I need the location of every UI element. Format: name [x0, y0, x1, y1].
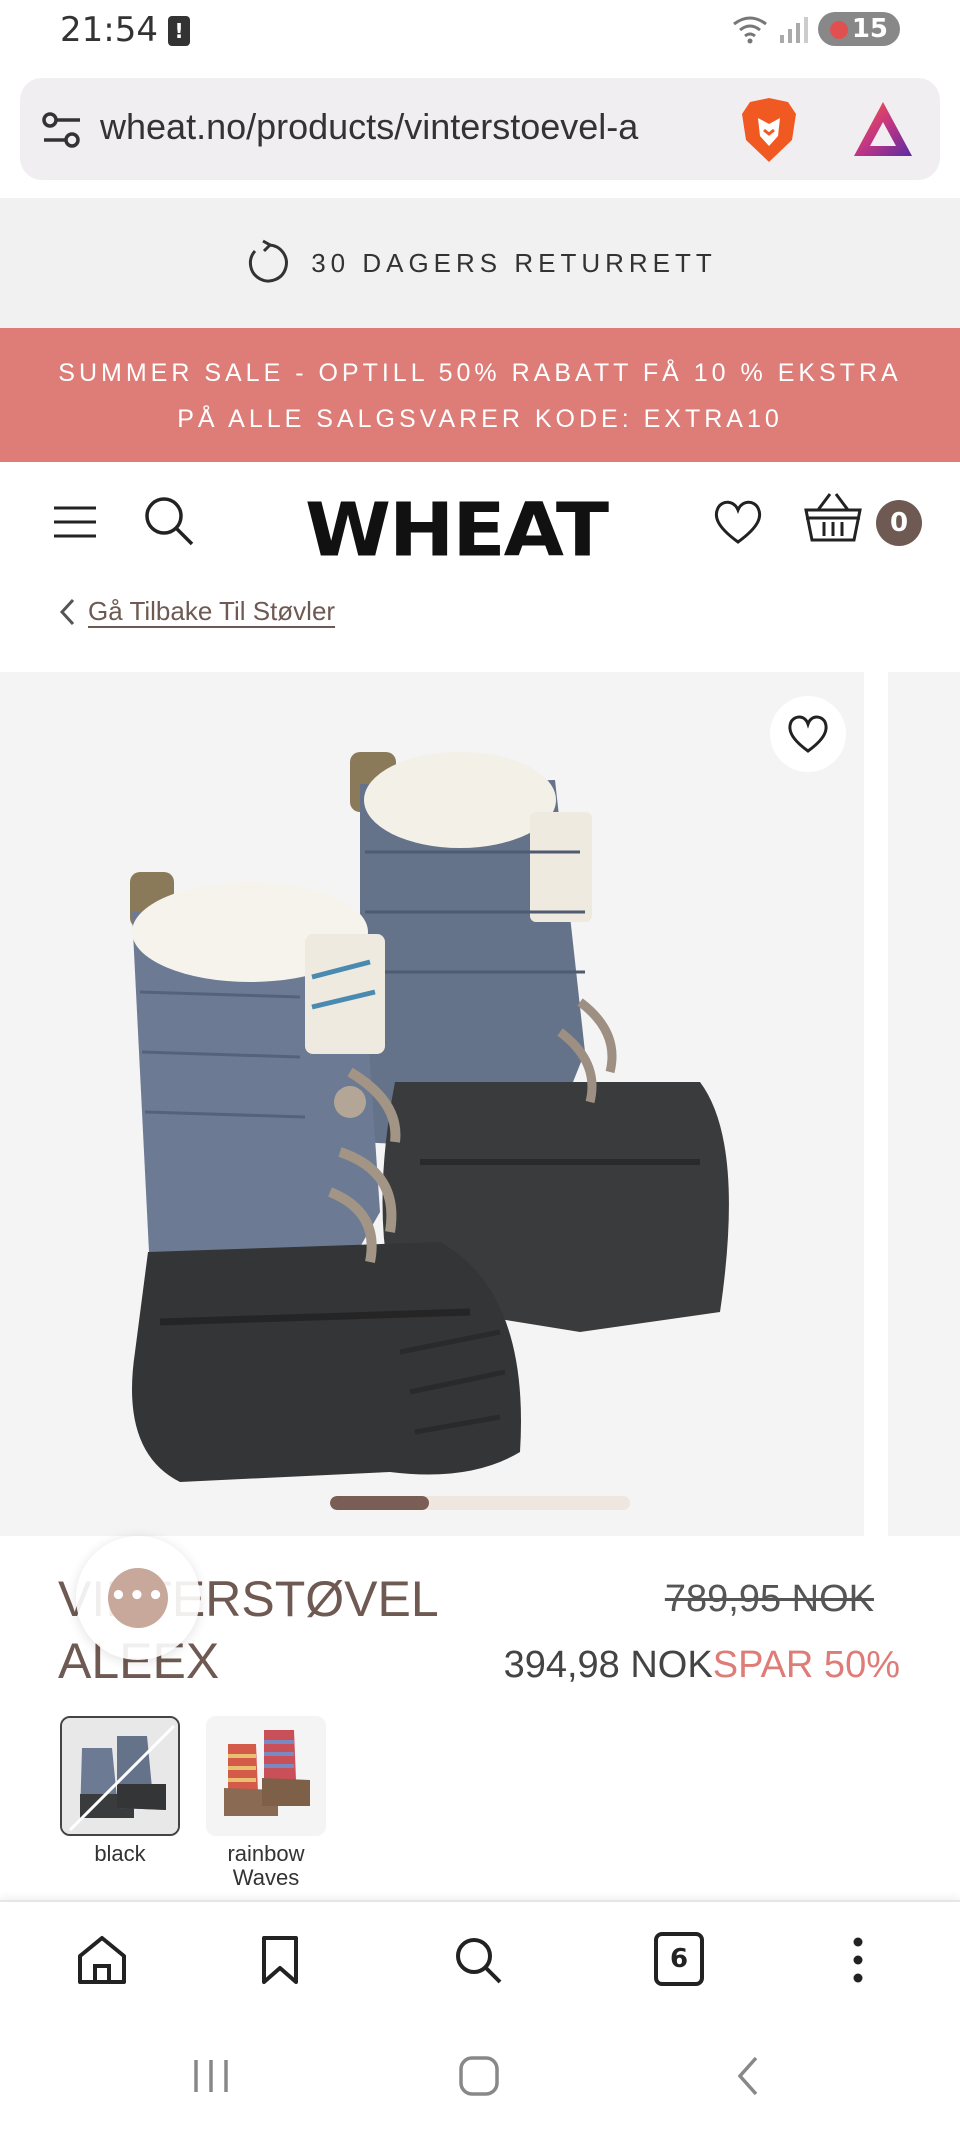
sale-price: 394,98 NOK	[503, 1644, 713, 1686]
rewards-triangle-icon[interactable]	[850, 98, 916, 160]
cart-count-badge[interactable]: 0	[876, 500, 922, 546]
browser-bottom-bar: 6	[0, 1900, 960, 2010]
home-icon[interactable]	[76, 1934, 128, 1986]
discount-label: SPAR 50%	[712, 1644, 900, 1686]
swatch-rainbow-label-2: Waves	[232, 1865, 300, 1890]
more-icon[interactable]	[832, 1934, 884, 1986]
status-time: 21:54	[60, 10, 158, 50]
home-nav-icon[interactable]	[456, 2054, 502, 2098]
chevron-left-icon	[59, 598, 75, 625]
battery-badge: 15	[817, 12, 900, 46]
chat-button[interactable]: •••	[76, 1536, 200, 1660]
status-bar: 21:54 ! 15	[0, 0, 960, 62]
original-price: 789,95 NOK	[664, 1578, 874, 1620]
sale-line-1: SUMMER SALE - OPTILL 50% RABATT FÅ 10 % …	[58, 359, 902, 387]
menu-icon[interactable]	[52, 504, 98, 540]
swatch-rainbow-label-1: rainbow	[227, 1841, 305, 1866]
swatch-rainbow-waves-label: rainbow Waves	[196, 1842, 336, 1890]
bookmark-icon[interactable]	[254, 1934, 306, 1986]
url-bar[interactable]: wheat.no/products/vinterstoevel-a	[20, 78, 940, 180]
status-indicators: 15	[732, 12, 900, 46]
product-image	[130, 752, 729, 1482]
returns-text: 30 DAGERS RETURRETT	[311, 247, 717, 278]
swatch-rainbow-waves-image	[206, 1716, 326, 1836]
product-gallery[interactable]	[0, 672, 864, 1536]
basket-icon[interactable]	[804, 492, 862, 544]
gallery-progress-fill	[330, 1496, 429, 1510]
search-icon[interactable]	[452, 1934, 504, 1986]
back-link[interactable]: Gå Tilbake Til Støvler	[58, 596, 335, 627]
add-to-wishlist-button[interactable]	[770, 696, 846, 772]
alert-icon: !	[168, 16, 190, 46]
returns-banner: 30 DAGERS RETURRETT	[0, 198, 960, 328]
android-nav-bar	[0, 2010, 960, 2140]
tabs-icon[interactable]: 6	[654, 1932, 704, 1986]
swatch-black-image	[62, 1718, 178, 1834]
chat-icon: •••	[108, 1568, 168, 1628]
back-link-label[interactable]: Gå Tilbake Til Støvler	[88, 596, 335, 627]
heart-icon[interactable]	[712, 498, 764, 546]
tune-icon[interactable]	[40, 108, 84, 152]
sale-banner[interactable]: SUMMER SALE - OPTILL 50% RABATT FÅ 10 % …	[0, 328, 960, 462]
swatch-black[interactable]	[60, 1716, 180, 1836]
url-text[interactable]: wheat.no/products/vinterstoevel-a	[100, 106, 740, 148]
recents-icon[interactable]	[188, 2054, 234, 2098]
swatch-rainbow-waves[interactable]	[206, 1716, 326, 1836]
brave-lion-icon[interactable]	[738, 96, 800, 164]
sale-line-2: PÅ ALLE SALGSVARER KODE: EXTRA10	[177, 405, 783, 433]
wheat-logo[interactable]: WHEAT	[305, 488, 609, 574]
signal-icon	[779, 17, 808, 43]
gallery-next-slide[interactable]	[888, 672, 960, 1536]
heart-icon	[788, 715, 828, 753]
wifi-icon	[732, 16, 767, 44]
price-row: 394,98 NOKSPAR 50%	[504, 1644, 900, 1687]
search-icon[interactable]	[140, 492, 196, 548]
swatch-black-label: black	[94, 1841, 146, 1866]
back-icon[interactable]	[726, 2054, 772, 2098]
refresh-icon	[249, 239, 289, 283]
site-header: WHEAT 0	[0, 462, 960, 582]
gallery-progress-bar	[330, 1496, 630, 1510]
